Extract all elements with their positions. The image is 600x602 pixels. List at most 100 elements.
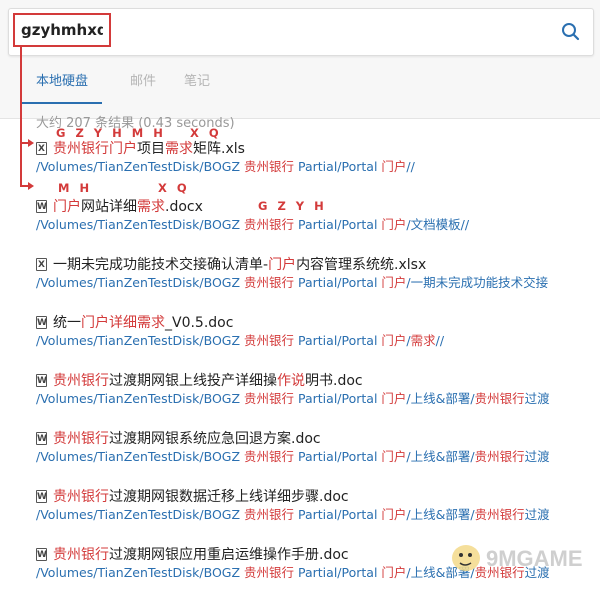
match-highlight: 贵州银行 <box>244 159 295 174</box>
excel-file-icon: X <box>36 141 47 155</box>
annotation-arrow <box>28 139 34 147</box>
search-icon[interactable] <box>559 20 583 44</box>
query-annotation-box <box>13 13 111 47</box>
word-file-icon: W <box>36 547 47 561</box>
result-item[interactable]: X 一期未完成功能技术交接确认清单-门户内容管理系统统.xlsx/Volumes/… <box>36 254 600 312</box>
match-highlight: 贵州银行 <box>474 507 525 522</box>
path-segment: /Volumes/TianZenTestDisk/BOGZ <box>36 333 245 348</box>
result-path[interactable]: /Volumes/TianZenTestDisk/BOGZ 贵州银行 Parti… <box>36 506 550 524</box>
filename-segment: 过渡期网银应用重启运维操作手册.doc <box>109 547 349 563</box>
match-highlight: 贵州银行 <box>244 565 295 580</box>
tab-local-disk[interactable]: 本地硬盘 <box>22 66 103 104</box>
word-file-icon: W <box>36 315 47 329</box>
filename-segment: 过渡期网银数据迁移上线详细步骤.doc <box>109 489 349 505</box>
word-file-icon: W <box>36 373 47 387</box>
match-highlight: 贵州银行 <box>244 391 295 406</box>
word-file-icon: W <box>36 199 47 213</box>
path-segment: Partial/Portal <box>294 449 382 464</box>
match-highlight: 贵州银行 <box>244 217 295 232</box>
result-path[interactable]: /Volumes/TianZenTestDisk/BOGZ 贵州银行 Parti… <box>36 158 415 176</box>
mascot-watermark-icon: 9MGAME <box>452 545 583 571</box>
match-highlight: 需求 <box>137 315 165 331</box>
match-highlight: 门户 <box>268 257 297 273</box>
match-highlight: 门户 <box>381 507 407 522</box>
result-filename[interactable]: 贵州银行过渡期网银应用重启运维操作手册.doc <box>53 544 349 566</box>
match-highlight: 贵州银行 <box>244 275 295 290</box>
result-item[interactable]: W 门户网站详细需求.docx/Volumes/TianZenTestDisk/B… <box>36 196 600 254</box>
filename-segment: 统一 <box>53 315 81 331</box>
path-segment: // <box>406 159 415 174</box>
match-highlight: 作说 <box>277 373 305 389</box>
path-segment: /上线&部署/ <box>406 507 475 522</box>
filename-segment: 一期未完成功能技术交接确认清单- <box>53 257 269 273</box>
result-filename[interactable]: 贵州银行门户项目需求矩阵.xls <box>53 138 245 160</box>
match-highlight: 门户 <box>381 391 407 406</box>
filename-segment: 明书.doc <box>305 373 363 389</box>
result-path[interactable]: /Volumes/TianZenTestDisk/BOGZ 贵州银行 Parti… <box>36 448 550 466</box>
result-path[interactable]: /Volumes/TianZenTestDisk/BOGZ 贵州银行 Parti… <box>36 274 548 292</box>
result-item[interactable]: W 贵州银行过渡期网银上线投产详细操作说明书.doc/Volumes/TianZe… <box>36 370 600 428</box>
result-title[interactable]: W 门户网站详细需求.docx <box>36 196 203 218</box>
result-filename[interactable]: 贵州银行过渡期网银系统应急回退方案.doc <box>53 428 321 450</box>
path-segment: /文档模板// <box>406 217 470 232</box>
result-path[interactable]: /Volumes/TianZenTestDisk/BOGZ 贵州银行 Parti… <box>36 216 469 234</box>
result-title[interactable]: W 贵州银行过渡期网银上线投产详细操作说明书.doc <box>36 370 363 392</box>
path-segment: 过渡 <box>524 391 550 406</box>
result-item[interactable]: W 贵州银行过渡期网银系统应急回退方案.doc/Volumes/TianZenTe… <box>36 428 600 486</box>
path-segment: Partial/Portal <box>294 507 382 522</box>
result-item[interactable]: X 贵州银行门户项目需求矩阵.xls/Volumes/TianZenTestDis… <box>36 138 600 196</box>
path-segment: Partial/Portal <box>294 275 382 290</box>
path-segment: /Volumes/TianZenTestDisk/BOGZ <box>36 507 245 522</box>
result-path[interactable]: /Volumes/TianZenTestDisk/BOGZ 贵州银行 Parti… <box>36 390 550 408</box>
result-item[interactable]: W 统一门户详细需求_V0.5.doc/Volumes/TianZenTestDi… <box>36 312 600 370</box>
result-title[interactable]: W 贵州银行过渡期网银数据迁移上线详细步骤.doc <box>36 486 349 508</box>
match-highlight: 门户详细 <box>81 315 137 331</box>
result-filename[interactable]: 统一门户详细需求_V0.5.doc <box>53 312 233 334</box>
path-segment: Partial/Portal <box>294 333 382 348</box>
annotation-line <box>20 46 22 186</box>
match-highlight: 门户 <box>381 565 407 580</box>
result-title[interactable]: X 贵州银行门户项目需求矩阵.xls <box>36 138 245 160</box>
path-segment: /一期未完成功能技术交接 <box>406 275 549 290</box>
match-highlight: 门户 <box>381 333 407 348</box>
match-highlight: 门户 <box>381 275 407 290</box>
search-header: 本地硬盘 邮件 笔记 <box>0 0 600 119</box>
tab-mail[interactable]: 邮件 <box>130 66 156 102</box>
match-highlight: 贵州银行 <box>244 333 295 348</box>
match-highlight: 贵州银行 <box>53 489 109 505</box>
match-highlight: 门户 <box>109 141 137 157</box>
result-path[interactable]: /Volumes/TianZenTestDisk/BOGZ 贵州银行 Parti… <box>36 332 444 350</box>
path-segment: /Volumes/TianZenTestDisk/BOGZ <box>36 449 245 464</box>
result-filename[interactable]: 一期未完成功能技术交接确认清单-门户内容管理系统统.xlsx <box>53 254 426 276</box>
filename-segment: 过渡期网银上线投产详细操 <box>109 373 277 389</box>
path-segment: Partial/Portal <box>294 391 382 406</box>
search-box <box>8 8 594 56</box>
result-filename[interactable]: 贵州银行过渡期网银数据迁移上线详细步骤.doc <box>53 486 349 508</box>
path-segment: /Volumes/TianZenTestDisk/BOGZ <box>36 275 245 290</box>
path-segment: /Volumes/TianZenTestDisk/BOGZ <box>36 159 245 174</box>
filename-segment: 网站详细 <box>81 199 137 215</box>
match-highlight: 贵州银行 <box>53 373 109 389</box>
match-highlight: 贵州银行 <box>244 449 295 464</box>
match-highlight: 需求 <box>137 199 165 215</box>
result-title[interactable]: X 一期未完成功能技术交接确认清单-门户内容管理系统统.xlsx <box>36 254 426 276</box>
match-highlight: 需求 <box>165 141 193 157</box>
path-segment: Partial/Portal <box>294 565 382 580</box>
tab-notes[interactable]: 笔记 <box>184 66 210 102</box>
path-segment: 过渡 <box>524 507 550 522</box>
result-title[interactable]: W 统一门户详细需求_V0.5.doc <box>36 312 233 334</box>
result-title[interactable]: W 贵州银行过渡期网银系统应急回退方案.doc <box>36 428 321 450</box>
search-input[interactable] <box>19 15 105 45</box>
path-segment: Partial/Portal <box>294 217 382 232</box>
results-list: X 贵州银行门户项目需求矩阵.xls/Volumes/TianZenTestDis… <box>36 138 600 602</box>
match-highlight: 贵州银行 <box>244 507 295 522</box>
path-segment: /Volumes/TianZenTestDisk/BOGZ <box>36 217 245 232</box>
excel-file-icon: X <box>36 257 47 271</box>
filename-segment: 过渡期网银系统应急回退方案.doc <box>109 431 321 447</box>
result-title[interactable]: W 贵州银行过渡期网银应用重启运维操作手册.doc <box>36 544 349 566</box>
result-filename[interactable]: 门户网站详细需求.docx <box>53 196 203 218</box>
path-segment: /上线&部署/ <box>406 391 475 406</box>
result-filename[interactable]: 贵州银行过渡期网银上线投产详细操作说明书.doc <box>53 370 363 392</box>
path-segment: /上线&部署/ <box>406 449 475 464</box>
path-segment: /Volumes/TianZenTestDisk/BOGZ <box>36 391 245 406</box>
